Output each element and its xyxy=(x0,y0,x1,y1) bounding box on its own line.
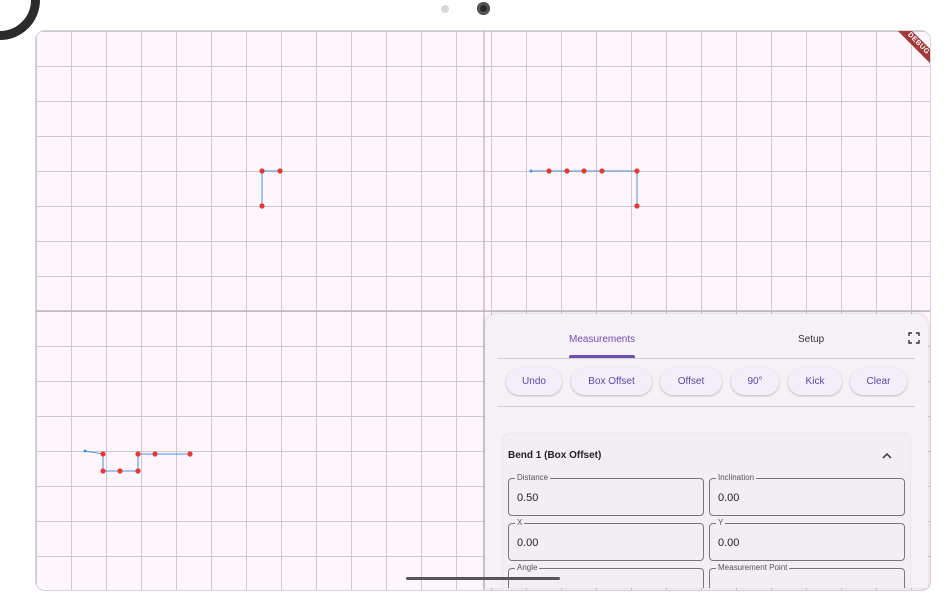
inclination-label: Inclination xyxy=(716,473,757,483)
bend-point xyxy=(135,451,141,457)
active-tab-indicator xyxy=(569,355,635,358)
bend-point xyxy=(100,451,106,457)
bend-shape-2 xyxy=(529,168,640,209)
bend-shape-3 xyxy=(83,449,193,474)
bend-point xyxy=(152,451,158,457)
bend-path xyxy=(531,170,638,206)
proximity-sensor xyxy=(441,5,449,13)
x-value: 0.00 xyxy=(517,537,539,549)
tab-measurements[interactable]: Measurements xyxy=(569,334,635,345)
inclination-field[interactable]: Inclination 0.00 xyxy=(709,473,905,516)
tab-bar: Measurements Setup xyxy=(497,314,920,359)
bend-point xyxy=(259,203,265,209)
debug-banner: DEBUG xyxy=(876,31,930,85)
device-corner xyxy=(0,0,40,40)
undo-button[interactable]: Undo xyxy=(506,368,562,395)
bend-path xyxy=(261,170,280,206)
distance-label: Distance xyxy=(515,473,551,483)
angle-label: Angle xyxy=(515,563,540,573)
chevron-up-icon[interactable] xyxy=(880,450,894,462)
distance-field[interactable]: Distance 0.50 xyxy=(508,473,704,516)
offset-button[interactable]: Offset xyxy=(660,368,722,395)
clear-button[interactable]: Clear xyxy=(850,368,907,395)
measurement-panel: Measurements Setup Undo Box Offset Offse… xyxy=(485,314,928,588)
home-indicator[interactable] xyxy=(406,577,560,580)
bend-point xyxy=(581,168,587,174)
x-label: X xyxy=(515,518,525,528)
bend-point xyxy=(634,203,640,209)
measurement-point-field[interactable]: Measurement Point xyxy=(709,563,905,588)
bend-point xyxy=(599,168,605,174)
bend-point xyxy=(135,468,141,474)
tab-setup[interactable]: Setup xyxy=(798,334,824,345)
bend-action-buttons: Undo Box Offset Offset 90° Kick Clear xyxy=(497,368,915,407)
measurement-point-label: Measurement Point xyxy=(716,563,790,573)
box-offset-button[interactable]: Box Offset xyxy=(571,368,652,395)
bend-point xyxy=(564,168,570,174)
y-label: Y xyxy=(716,518,726,528)
bend-shape-1 xyxy=(259,168,283,209)
bend-point xyxy=(117,468,123,474)
bend-point xyxy=(634,168,640,174)
inclination-value: 0.00 xyxy=(718,492,740,504)
ninety-degree-button[interactable]: 90° xyxy=(731,368,779,395)
bend-title: Bend 1 (Box Offset) xyxy=(508,450,602,461)
bend-point xyxy=(100,468,106,474)
front-camera xyxy=(477,2,490,15)
kick-button[interactable]: Kick xyxy=(788,368,842,395)
distance-value: 0.50 xyxy=(517,492,539,504)
y-field[interactable]: Y 0.00 xyxy=(709,518,905,561)
bend-point xyxy=(187,451,193,457)
fullscreen-icon[interactable] xyxy=(908,332,920,344)
bend-point xyxy=(277,168,283,174)
y-value: 0.00 xyxy=(718,537,740,549)
bend-start-point xyxy=(83,449,87,453)
bend-point xyxy=(546,168,552,174)
debug-banner-label: DEBUG xyxy=(886,31,930,76)
bend-card: Bend 1 (Box Offset) Distance 0.50 Inclin… xyxy=(503,434,910,588)
bend-start-point xyxy=(529,169,533,173)
x-field[interactable]: X 0.00 xyxy=(508,518,704,561)
bend-point xyxy=(259,168,265,174)
